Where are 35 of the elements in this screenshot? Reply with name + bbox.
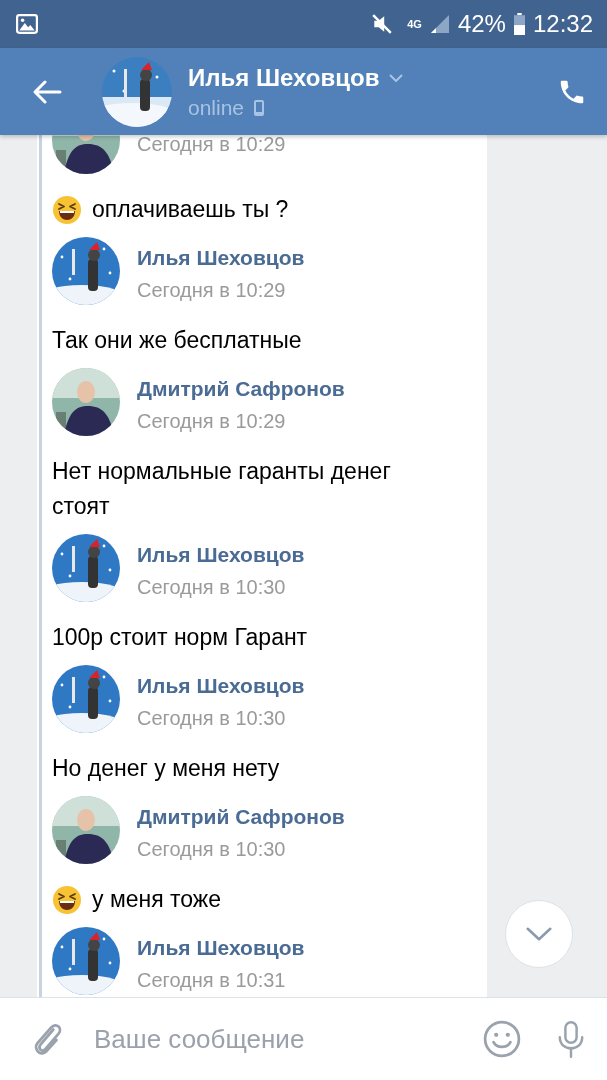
message-time: Сегодня в 10:29: [137, 135, 286, 157]
message-field[interactable]: Ваше сообщение: [0, 997, 607, 1080]
sender-name[interactable]: Илья Шеховцов: [137, 933, 305, 963]
sender-name[interactable]: Дмитрий Сафронов: [137, 802, 345, 832]
mobile-icon: [254, 99, 265, 116]
online-status: online: [188, 95, 245, 120]
mute-icon: [371, 13, 394, 35]
network-label: 4G: [407, 18, 422, 30]
message-time: Сегодня в 10:31: [137, 968, 287, 993]
smiley-icon[interactable]: [483, 1020, 521, 1058]
back-icon[interactable]: [32, 79, 62, 104]
signal-icon: [429, 14, 450, 34]
sender-name[interactable]: Илья Шеховцов: [137, 671, 305, 701]
message-time: Сегодня в 10:29: [137, 409, 287, 434]
message-time: Сегодня в 10:29: [137, 278, 287, 303]
message-time: Сегодня в 10:30: [137, 575, 287, 600]
message-text: оплачиваешь ты ?: [92, 195, 289, 224]
microphone-icon[interactable]: [557, 1019, 585, 1059]
sender-name[interactable]: Илья Шеховцов: [137, 540, 305, 570]
sender-name[interactable]: Илья Шеховцов: [137, 243, 305, 273]
message-text: Но денег у меня нету: [52, 754, 280, 783]
image-icon: [16, 14, 38, 34]
message-text: Так они же бесплатные: [52, 326, 302, 355]
message-time: Сегодня в 10:30: [137, 837, 287, 862]
message-text: 100р стоит норм Гарант: [52, 623, 308, 652]
battery-percent: 42%: [457, 10, 506, 38]
contact-name[interactable]: Илья Шеховцов: [188, 63, 380, 92]
clock: 12:32: [532, 10, 593, 38]
sender-name[interactable]: Дмитрий Сафронов: [137, 374, 345, 404]
message-text: Нет нормальные гаранты денег стоят: [52, 457, 392, 521]
chevron-down-icon: [526, 927, 552, 941]
message-time: Сегодня в 10:30: [137, 706, 287, 731]
caret-icon[interactable]: [389, 73, 404, 82]
battery-icon: [513, 13, 525, 35]
message-text: у меня тоже: [92, 885, 222, 914]
